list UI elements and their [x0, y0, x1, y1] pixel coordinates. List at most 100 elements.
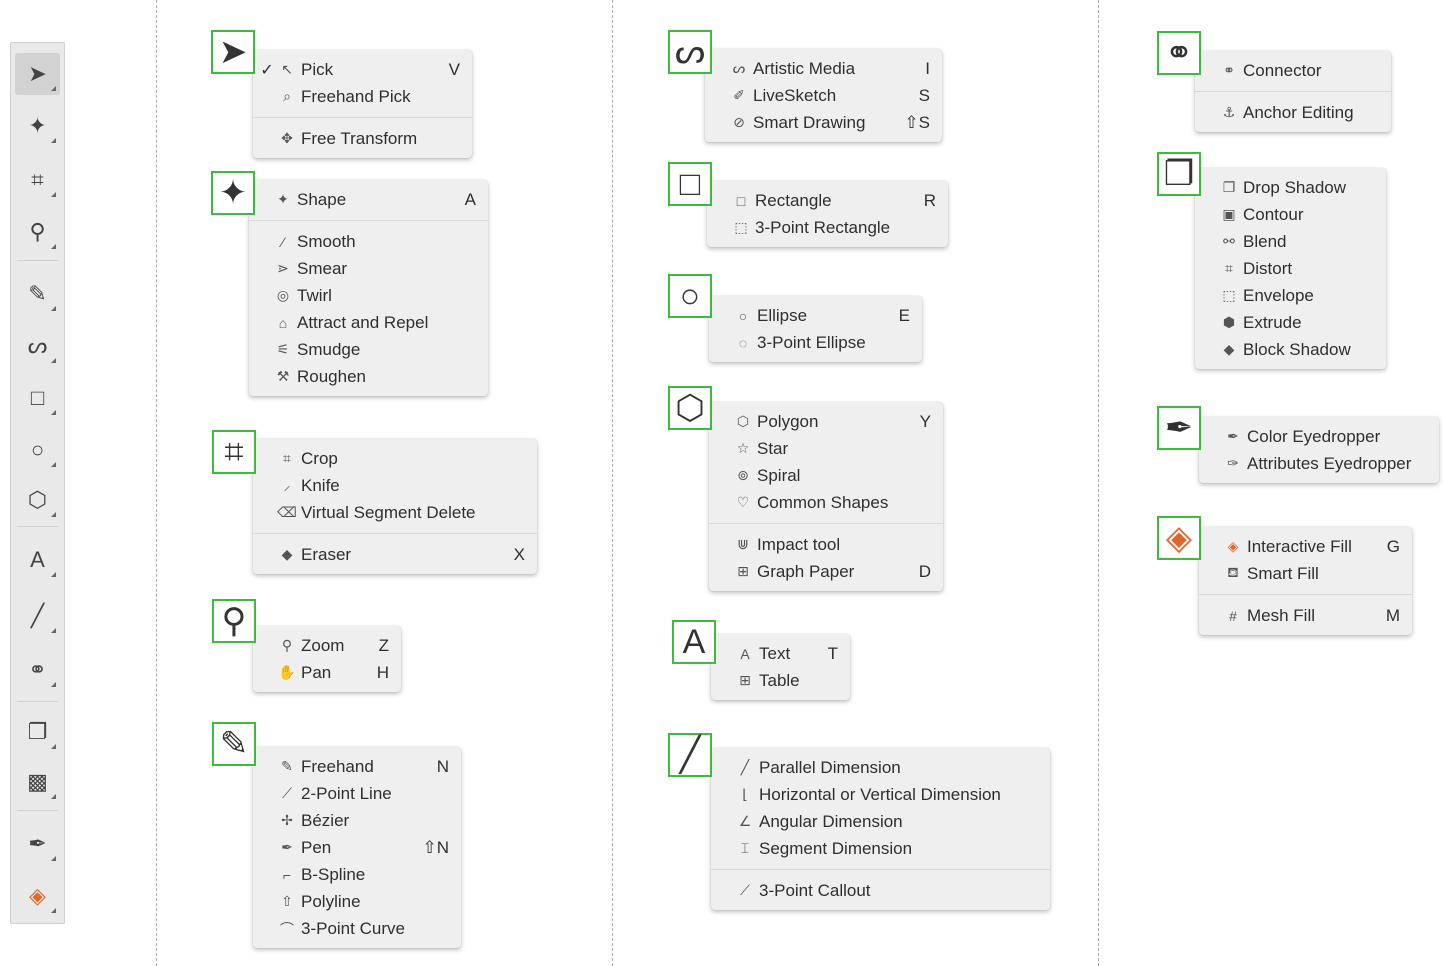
menu-item-pen[interactable]: ✒ Pen ⇧N: [253, 834, 461, 861]
toolbar-connector-button[interactable]: ⚭: [15, 649, 60, 691]
b-zier-icon: ✢: [281, 812, 293, 828]
toolbar-dimension-button[interactable]: ╱: [15, 595, 60, 637]
menu-separator: [1195, 91, 1391, 92]
menu-item-label: Angular Dimension: [759, 811, 903, 831]
menu-item-3-point-rectangle[interactable]: ⬚ 3-Point Rectangle: [707, 214, 948, 241]
ellipse-icon: ○: [679, 276, 701, 315]
menu-item-2-point-line[interactable]: ⟋ 2-Point Line: [253, 780, 461, 807]
flyout-indicator-icon: [51, 192, 56, 197]
menu-item-pan[interactable]: ✋ Pan H: [253, 659, 401, 686]
menu-item-distort[interactable]: ⌗ Distort: [1195, 255, 1386, 282]
3-point-rectangle-icon: ⬚: [734, 219, 748, 235]
text-icon: A: [740, 645, 750, 662]
menu-item-blend[interactable]: ⚯ Blend: [1195, 228, 1386, 255]
toolbar-crop-button[interactable]: ⌗: [15, 159, 60, 201]
menu-item-shape[interactable]: ✦ Shape A: [249, 186, 488, 213]
toolbar-transparency-button[interactable]: ▩: [15, 761, 60, 803]
menu-item-roughen[interactable]: ⚒ Roughen: [249, 363, 488, 390]
toolbar-freehand-button[interactable]: ✎: [15, 273, 60, 315]
menu-item-knife[interactable]: ⸝ Knife: [253, 472, 537, 499]
menu-item-block-shadow[interactable]: ◆ Block Shadow: [1195, 336, 1386, 363]
3-point-callout-icon: ⟋: [740, 882, 750, 898]
menu-item-crop[interactable]: ⌗ Crop: [253, 445, 537, 472]
menu-item-freehand-pick[interactable]: ⌕ Freehand Pick: [253, 83, 472, 110]
menu-item-polyline[interactable]: ⇧ Polyline: [253, 888, 461, 915]
rectangle-icon: □: [736, 192, 746, 209]
menu-item-parallel-dimension[interactable]: ╱ Parallel Dimension: [711, 754, 1050, 781]
menu-item-connector[interactable]: ⚭ Connector: [1195, 57, 1391, 84]
toolbar-shape-button[interactable]: ✦: [15, 105, 60, 147]
toolbar-pick-button[interactable]: ➤: [15, 53, 60, 95]
toolbar-drop-shadow-button[interactable]: ❐: [15, 711, 60, 753]
menu-item-table[interactable]: ⊞ Table: [711, 667, 850, 694]
rectangle-icon: □: [30, 385, 45, 410]
star-icon: ☆: [736, 440, 750, 456]
menu-item-label: Rectangle: [755, 190, 832, 210]
menu-item-spiral[interactable]: ⊚ Spiral: [709, 462, 943, 489]
menu-item-livesketch[interactable]: ✐ LiveSketch S: [705, 82, 942, 109]
menu-item-label: Virtual Segment Delete: [301, 502, 476, 522]
menu-item-twirl[interactable]: ◎ Twirl: [249, 282, 488, 309]
toolbar-ellipse-button[interactable]: ○: [15, 429, 60, 471]
zoom-icon: ⚲: [281, 637, 293, 653]
menu-item-shortcut: ⇧N: [422, 837, 449, 857]
menu-item-graph-paper[interactable]: ⊞ Graph Paper D: [709, 558, 943, 585]
menu-item-freehand[interactable]: ✎ Freehand N: [253, 753, 461, 780]
menu-item-label: Parallel Dimension: [759, 757, 901, 777]
menu-item-color-eyedropper[interactable]: ✒ Color Eyedropper: [1199, 423, 1439, 450]
menu-item-3-point-ellipse[interactable]: ◌ 3-Point Ellipse: [709, 329, 922, 356]
menu-item-extrude[interactable]: ⬢ Extrude: [1195, 309, 1386, 336]
menu-item-mesh-fill[interactable]: # Mesh Fill M: [1199, 602, 1412, 629]
menu-item-label: Freehand Pick: [301, 86, 411, 106]
menu-item-anchor-editing[interactable]: ⚓ Anchor Editing: [1195, 99, 1391, 126]
menu-item-label: Smear: [297, 258, 348, 278]
column-guide: [156, 0, 157, 966]
freehand-tool-callout: ✎: [212, 722, 256, 766]
menu-item-ellipse[interactable]: ○ Ellipse E: [709, 302, 922, 329]
menu-item-star[interactable]: ☆ Star: [709, 435, 943, 462]
menu-item-b-zier[interactable]: ✢ Bézier: [253, 807, 461, 834]
menu-item-artistic-media[interactable]: ᔕ Artistic Media I: [705, 55, 942, 82]
menu-item-polygon[interactable]: ⬡ Polygon Y: [709, 408, 943, 435]
crop-flyout-menu: ⌗ Crop ⸝ Knife ⌫ Virtual Segment Delete ◆ Erase…: [253, 439, 537, 574]
toolbar-eyedropper-button[interactable]: ✒: [15, 823, 60, 865]
menu-item-interactive-fill[interactable]: ◈ Interactive Fill G: [1199, 533, 1412, 560]
menu-item-smart-fill[interactable]: ⛾ Smart Fill: [1199, 560, 1412, 587]
toolbar-rectangle-button[interactable]: □: [15, 377, 60, 419]
menu-item-contour[interactable]: ▣ Contour: [1195, 201, 1386, 228]
menu-item-virtual-segment-delete[interactable]: ⌫ Virtual Segment Delete: [253, 499, 537, 526]
menu-item-label: 3-Point Ellipse: [757, 332, 866, 352]
menu-item-segment-dimension[interactable]: ⌶ Segment Dimension: [711, 835, 1050, 862]
block-shadow-icon: ◆: [1223, 341, 1235, 357]
menu-item-b-spline[interactable]: ⌐ B-Spline: [253, 861, 461, 888]
3-point-curve-icon: ⌒: [280, 920, 294, 937]
menu-item-smart-drawing[interactable]: ⊘ Smart Drawing ⇧S: [705, 109, 942, 136]
menu-item-free-transform[interactable]: ✥ Free Transform: [253, 125, 472, 152]
menu-item-3-point-callout[interactable]: ⟋ 3-Point Callout: [711, 877, 1050, 904]
menu-item-attract-and-repel[interactable]: ⌂ Attract and Repel: [249, 309, 488, 336]
menu-item-attributes-eyedropper[interactable]: ✑ Attributes Eyedropper: [1199, 450, 1439, 477]
menu-item-label: Pick: [301, 59, 334, 79]
toolbar-artistic-media-button[interactable]: ᔕ: [15, 325, 60, 367]
toolbar-interactive-fill-button[interactable]: ◈: [15, 875, 60, 917]
menu-item-text[interactable]: A Text T: [711, 640, 850, 667]
menu-item-zoom[interactable]: ⚲ Zoom Z: [253, 632, 401, 659]
menu-item-smudge[interactable]: ⚟ Smudge: [249, 336, 488, 363]
menu-item-common-shapes[interactable]: ♡ Common Shapes: [709, 489, 943, 516]
menu-item-3-point-curve[interactable]: ⌒ 3-Point Curve: [253, 915, 461, 942]
menu-item-horizontal-or-vertical-dimension[interactable]: ⌊ Horizontal or Vertical Dimension: [711, 781, 1050, 808]
menu-item-eraser[interactable]: ◆ Eraser X: [253, 541, 537, 568]
menu-item-pick[interactable]: ✓ ↖ Pick V: [253, 56, 472, 83]
menu-item-rectangle[interactable]: □ Rectangle R: [707, 187, 948, 214]
menu-item-smear[interactable]: ⋗ Smear: [249, 255, 488, 282]
toolbar-polygon-button[interactable]: ⬡: [15, 479, 60, 521]
menu-item-envelope[interactable]: ⬚ Envelope: [1195, 282, 1386, 309]
menu-item-label: Horizontal or Vertical Dimension: [759, 784, 1001, 804]
menu-item-impact-tool[interactable]: ⋓ Impact tool: [709, 531, 943, 558]
menu-item-angular-dimension[interactable]: ∠ Angular Dimension: [711, 808, 1050, 835]
menu-item-drop-shadow[interactable]: ❐ Drop Shadow: [1195, 174, 1386, 201]
menu-item-smooth[interactable]: ⁄ Smooth: [249, 228, 488, 255]
menu-item-label: Freehand: [301, 756, 374, 776]
toolbar-zoom-button[interactable]: ⚲: [15, 211, 60, 253]
toolbar-text-button[interactable]: A: [15, 539, 60, 581]
